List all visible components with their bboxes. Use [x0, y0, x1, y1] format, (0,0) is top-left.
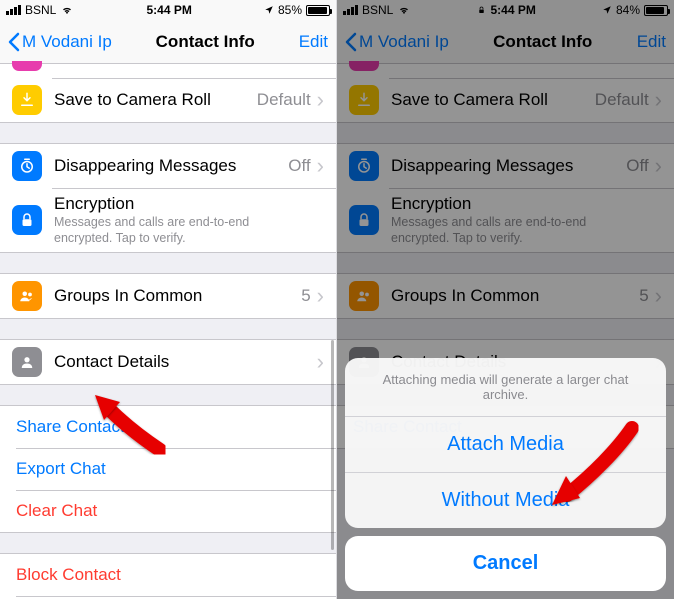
- clear-chat-button[interactable]: Clear Chat: [0, 490, 336, 532]
- chevron-right-icon: ›: [317, 285, 324, 307]
- cancel-button[interactable]: Cancel: [345, 536, 666, 591]
- list-group: Disappearing Messages Off › Encryption M…: [0, 143, 336, 253]
- action-sheet-options: Attaching media will generate a larger c…: [345, 358, 666, 528]
- action-sheet: Attaching media will generate a larger c…: [345, 358, 666, 591]
- screen-right: BSNL 5:44 PM 84% M Vodani Ip Contact Inf…: [337, 0, 674, 599]
- row-contact-details[interactable]: Contact Details ›: [0, 340, 336, 384]
- block-contact-button[interactable]: Block Contact: [0, 554, 336, 596]
- row-title: Contact Details: [54, 352, 317, 372]
- row-detail: Default: [257, 90, 311, 110]
- row-detail: 5: [301, 286, 310, 306]
- row-title: Disappearing Messages: [54, 156, 288, 176]
- row-disappearing[interactable]: Disappearing Messages Off ›: [0, 144, 336, 188]
- back-label: M Vodani Ip: [22, 32, 112, 52]
- back-button[interactable]: M Vodani Ip: [8, 32, 112, 52]
- row-save-camera[interactable]: Save to Camera Roll Default ›: [0, 78, 336, 122]
- share-contact-button[interactable]: Share Contact: [0, 406, 336, 448]
- chevron-right-icon: ›: [317, 155, 324, 177]
- battery-icon: [306, 5, 330, 16]
- battery-pct: 85%: [278, 3, 302, 17]
- list-group: Contact Details ›: [0, 339, 336, 385]
- carrier-label: BSNL: [25, 3, 56, 17]
- row-encryption[interactable]: Encryption Messages and calls are end-to…: [0, 188, 336, 252]
- screen-left: BSNL 5:44 PM 85% M Vodani Ip Contact Inf…: [0, 0, 337, 599]
- signal-icon: [6, 5, 21, 15]
- actions-group: Block Contact Report Contact: [0, 553, 336, 599]
- group-icon: [12, 281, 42, 311]
- chevron-left-icon: [8, 32, 20, 52]
- table-row[interactable]: [0, 64, 336, 78]
- wifi-icon: [60, 4, 74, 16]
- status-bar: BSNL 5:44 PM 85%: [0, 0, 336, 20]
- chevron-right-icon: ›: [317, 351, 324, 373]
- row-title: Save to Camera Roll: [54, 90, 257, 110]
- row-title: Encryption: [54, 194, 324, 214]
- actions-group: Share Contact Export Chat Clear Chat: [0, 405, 336, 533]
- download-icon: [12, 85, 42, 115]
- row-subtitle: Messages and calls are end-to-end encryp…: [54, 215, 304, 246]
- row-detail: Off: [288, 156, 310, 176]
- list-group: Save to Camera Roll Default ›: [0, 64, 336, 123]
- stage: BSNL 5:44 PM 85% M Vodani Ip Contact Inf…: [0, 0, 675, 599]
- action-sheet-message: Attaching media will generate a larger c…: [345, 358, 666, 417]
- list-group: Groups In Common 5 ›: [0, 273, 336, 319]
- page-title: Contact Info: [156, 32, 255, 52]
- attach-media-button[interactable]: Attach Media: [345, 417, 666, 473]
- without-media-button[interactable]: Without Media: [345, 473, 666, 528]
- nav-bar: M Vodani Ip Contact Info Edit: [0, 20, 336, 64]
- row-groups[interactable]: Groups In Common 5 ›: [0, 274, 336, 318]
- timer-icon: [12, 151, 42, 181]
- location-icon: [264, 5, 274, 15]
- status-left: BSNL: [6, 3, 74, 17]
- edit-button[interactable]: Edit: [299, 32, 328, 52]
- star-icon: [12, 61, 42, 71]
- status-right: 85%: [264, 3, 330, 17]
- scroll-indicator[interactable]: [331, 340, 334, 550]
- person-icon: [12, 347, 42, 377]
- chevron-right-icon: ›: [317, 89, 324, 111]
- export-chat-button[interactable]: Export Chat: [0, 448, 336, 490]
- status-time: 5:44 PM: [146, 3, 191, 17]
- lock-icon: [12, 205, 42, 235]
- row-title: Groups In Common: [54, 286, 301, 306]
